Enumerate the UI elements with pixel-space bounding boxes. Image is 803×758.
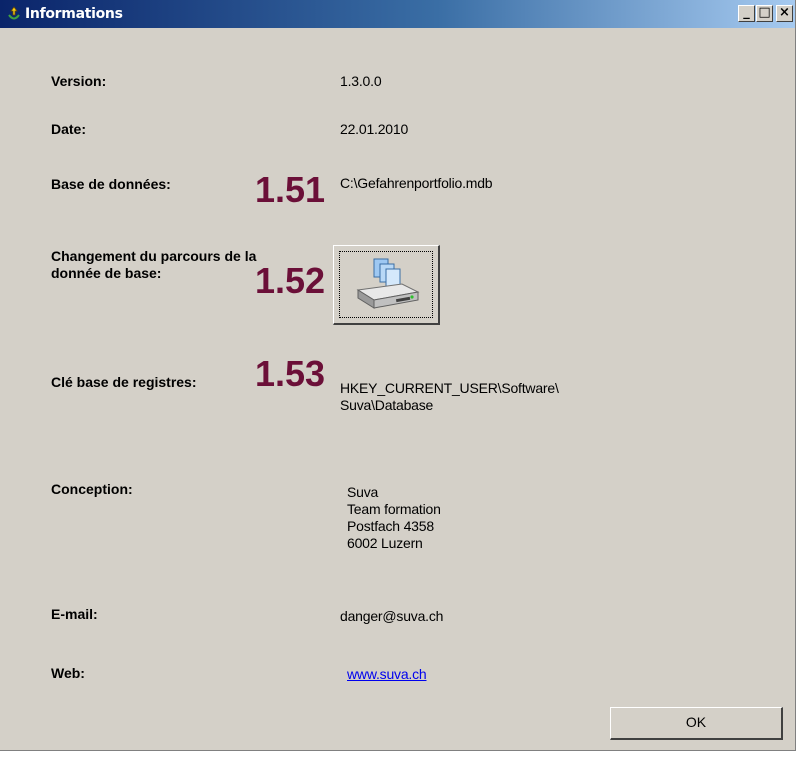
email-label: E-mail: (51, 606, 98, 622)
registry-key-value: HKEY_CURRENT_USER\Software\ Suva\Databas… (340, 380, 559, 413)
close-icon: × (779, 5, 790, 20)
maximize-icon: □ (758, 5, 771, 20)
ok-button[interactable]: OK (610, 707, 783, 740)
title-bar[interactable]: Informations _ □ × (0, 0, 795, 28)
web-label: Web: (51, 665, 85, 681)
web-link[interactable]: www.suva.ch (347, 666, 427, 682)
database-marker: 1.51 (255, 169, 326, 210)
database-path-value: C:\Gefahrenportfolio.mdb (340, 175, 493, 191)
registry-label: Clé base de registres: (51, 374, 197, 390)
version-label: Version: (51, 73, 107, 89)
date-value: 22.01.2010 (340, 121, 409, 137)
close-button[interactable]: × (776, 5, 793, 22)
change-path-marker: 1.52 (255, 260, 326, 301)
info-dialog: Informations _ □ × Version: 1.3.0.0 Date… (0, 0, 796, 751)
date-label: Date: (51, 121, 87, 137)
maximize-button[interactable]: □ (756, 5, 773, 22)
app-icon (6, 6, 22, 22)
version-value: 1.3.0.0 (340, 73, 382, 89)
conception-label: Conception: (51, 481, 133, 497)
registry-marker: 1.53 (255, 353, 326, 394)
change-path-label: Changement du parcours de la donnée de b… (51, 248, 257, 281)
minimize-button[interactable]: _ (738, 5, 755, 22)
window-title: Informations (25, 6, 123, 22)
database-label: Base de données: (51, 176, 171, 192)
database-drive-icon (356, 258, 420, 309)
email-value: danger@suva.ch (340, 608, 444, 624)
conception-address: Suva Team formation Postfach 4358 6002 L… (347, 484, 441, 551)
minimize-icon: _ (743, 5, 750, 20)
change-path-button[interactable] (333, 245, 440, 325)
